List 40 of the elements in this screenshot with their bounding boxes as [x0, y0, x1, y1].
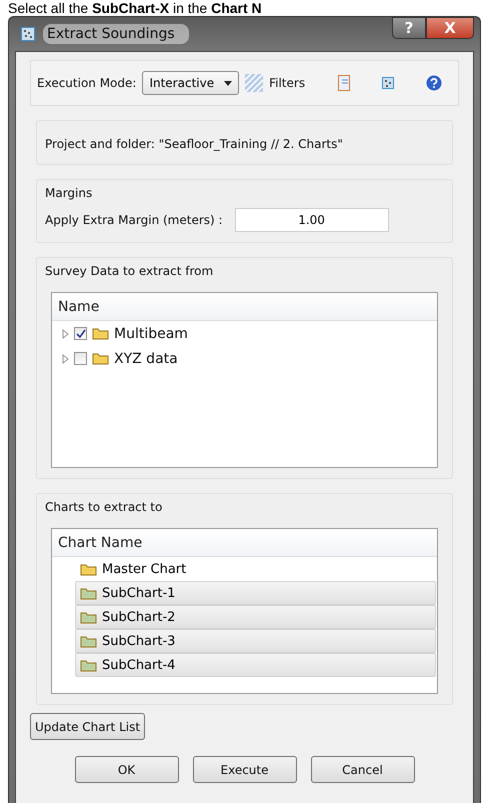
dialog-button[interactable]: OK: [74, 756, 178, 783]
folder-icon: [80, 634, 97, 648]
project-text: Project and folder: "Seafloor_Training // 2. Charts": [45, 137, 343, 151]
margin-label: Apply Extra Margin (meters) :: [45, 213, 223, 227]
update-chart-list-button[interactable]: Update Chart List: [30, 713, 146, 740]
folder-icon: [92, 327, 109, 340]
folder-icon: [80, 562, 97, 576]
expand-arrow-icon[interactable]: [62, 328, 69, 338]
checkbox[interactable]: [74, 352, 87, 365]
margin-field[interactable]: 1.00: [234, 208, 389, 232]
hatched-square-icon: [245, 74, 264, 92]
tree-item[interactable]: Multibeam: [114, 326, 188, 342]
group-title: Charts to extract to: [45, 500, 164, 514]
folder-icon: [80, 586, 97, 600]
tree-item[interactable]: XYZ data: [114, 350, 178, 366]
notebook-icon[interactable]: [338, 75, 350, 91]
chart-row[interactable]: SubChart-3: [75, 629, 436, 653]
caret-icon: [224, 80, 232, 86]
mode-dropdown[interactable]: Interactive: [142, 71, 240, 95]
group-title: Margins: [45, 186, 94, 200]
chart-row[interactable]: SubChart-2: [75, 605, 436, 629]
mode-label: Execution Mode:: [37, 76, 136, 90]
chart-row[interactable]: SubChart-1: [75, 581, 436, 605]
app-icon[interactable]: [382, 77, 394, 89]
help-icon[interactable]: [426, 75, 442, 91]
app-icon: [21, 27, 35, 41]
dialog-button[interactable]: Execute: [192, 756, 296, 783]
folder-icon: [92, 352, 109, 365]
help-button[interactable]: ?: [392, 17, 426, 39]
expand-arrow-icon[interactable]: [62, 354, 69, 364]
dialog-button[interactable]: Cancel: [310, 756, 414, 783]
close-button[interactable]: X: [426, 17, 474, 39]
chart-row[interactable]: SubChart-4: [75, 653, 436, 677]
folder-icon: [80, 658, 97, 672]
instruction-text: Select all the SubChart-X in the Chart N: [7, 0, 263, 16]
window-title: Extract Soundings: [43, 24, 189, 44]
folder-icon: [80, 610, 97, 624]
filters-button[interactable]: Filters: [269, 76, 306, 90]
checkbox[interactable]: [74, 327, 87, 340]
group-title: Survey Data to extract from: [45, 264, 214, 278]
